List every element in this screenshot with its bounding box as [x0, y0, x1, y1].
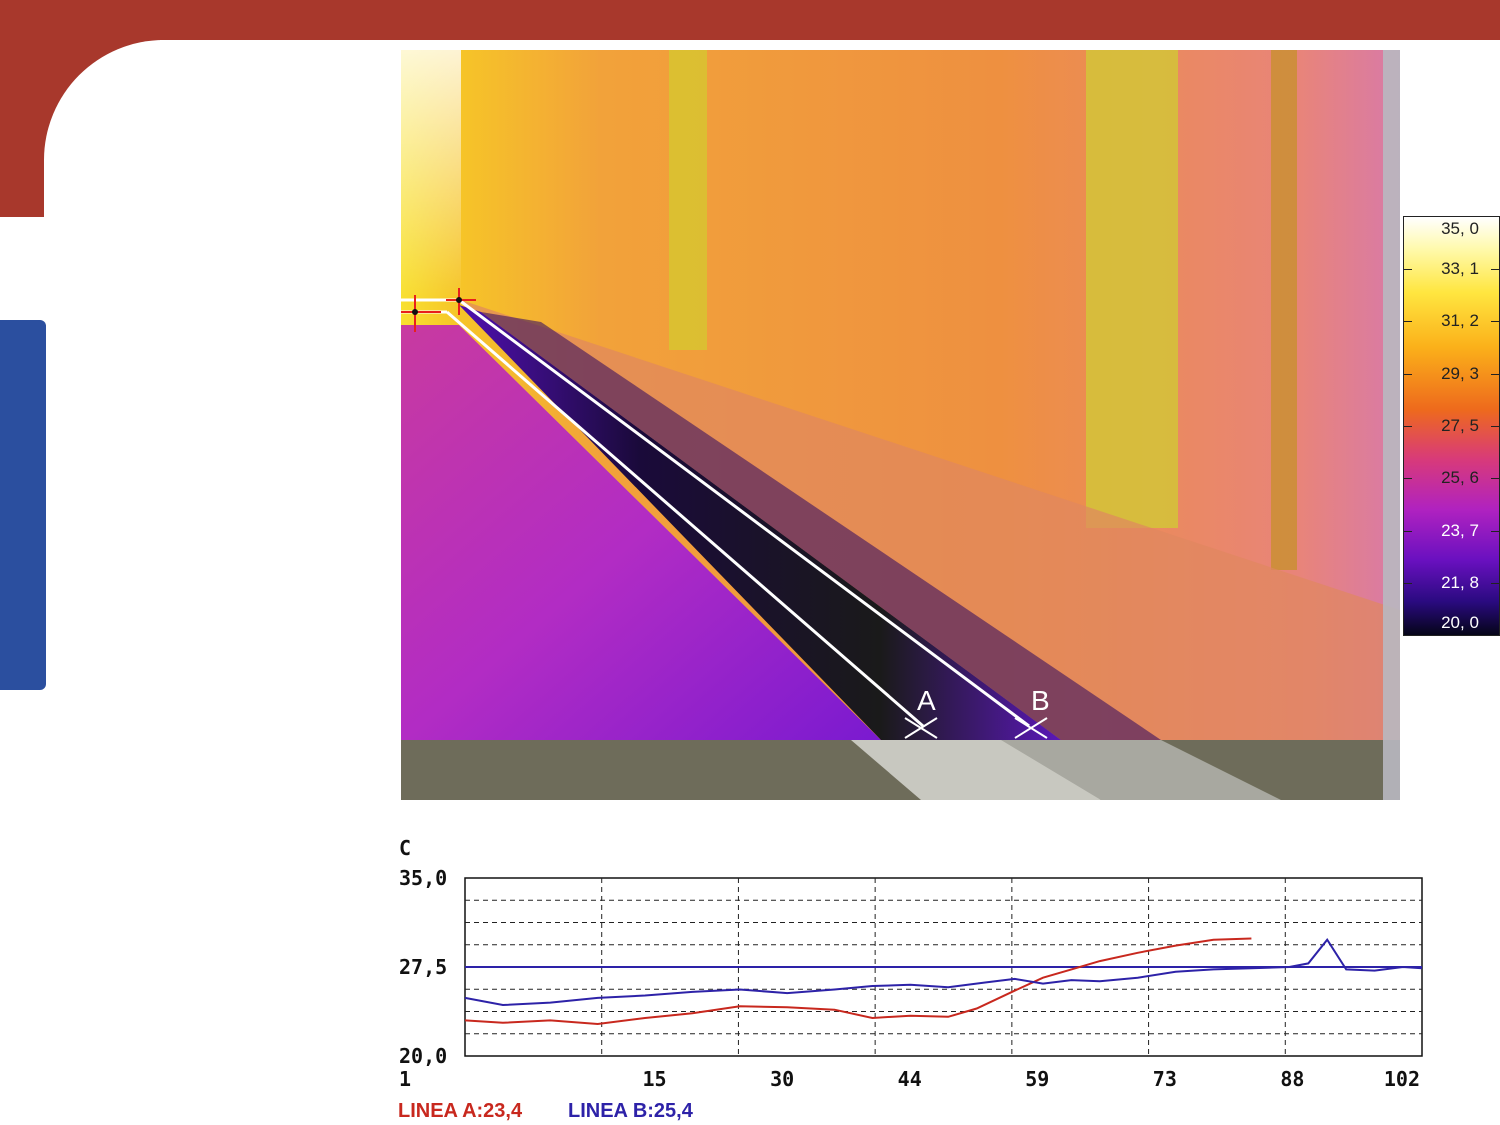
x-tick-label: 44 [898, 1067, 922, 1091]
line-a-label: A [917, 685, 936, 716]
color-scale-tick [1491, 583, 1499, 584]
color-scale-label: 25, 6 [1441, 468, 1479, 487]
x-tick-label: 30 [770, 1067, 794, 1091]
color-scale-tick [1404, 269, 1412, 270]
x-tick-label: 59 [1025, 1067, 1049, 1091]
color-scale-tick [1491, 374, 1499, 375]
header-corner-cutout [44, 40, 284, 280]
line-b-label: B [1031, 685, 1050, 716]
profile-chart-svg: 35,0 27,5 20,01 15 30 44 59 73 88 102 [399, 866, 1423, 1091]
color-scale-tick [1491, 426, 1499, 427]
color-scale-label: 27, 5 [1441, 416, 1479, 435]
color-scale-tick [1491, 269, 1499, 270]
x-tick-label: 88 [1280, 1067, 1304, 1091]
thermal-image: A B [401, 50, 1400, 800]
color-scale-label: 20, 0 [1441, 613, 1479, 632]
legend-line-b: LINEA B:25,4 [568, 1100, 693, 1122]
wall-stripe [669, 50, 707, 350]
legend-line-a: LINEA A:23,4 [398, 1100, 523, 1122]
wall-stripe [1086, 50, 1178, 528]
color-scale-tick [1404, 583, 1412, 584]
color-scale-label: 31, 2 [1441, 311, 1479, 330]
color-scale-tick [1404, 374, 1412, 375]
y-tick-label: 20,0 [399, 1044, 447, 1068]
x-tick-label: 73 [1153, 1067, 1177, 1091]
color-scale-label: 21, 8 [1441, 573, 1479, 592]
bright-corner [401, 50, 461, 300]
color-scale-tick [1404, 531, 1412, 532]
header-band [0, 0, 1500, 40]
y-tick-label: 35,0 [399, 866, 447, 890]
color-scale-tick [1404, 321, 1412, 322]
color-scale-label: 35, 0 [1441, 219, 1479, 238]
color-scale-label: 23, 7 [1441, 521, 1479, 540]
x-tick-label: 15 [643, 1067, 667, 1091]
color-scale-tick [1404, 426, 1412, 427]
color-scale-legend: 35, 0 33, 1 31, 2 29, 3 27, 5 25, 6 23, 7 21, 8… [1403, 216, 1500, 636]
color-scale-tick [1491, 321, 1499, 322]
color-scale-label: 33, 1 [1441, 259, 1479, 278]
edge-strip [1383, 50, 1400, 800]
color-scale-tick [1491, 478, 1499, 479]
color-scale-tick [1404, 478, 1412, 479]
wall-stripe [1271, 50, 1297, 570]
side-accent-bar [0, 320, 46, 690]
color-scale-tick [1491, 531, 1499, 532]
y-tick-label: 27,5 [399, 955, 447, 979]
x-tick-label: 102 [1384, 1067, 1420, 1091]
thermal-image-canvas: A B [401, 50, 1400, 800]
x-tick-label: 1 [399, 1067, 411, 1091]
color-scale-label: 29, 3 [1441, 364, 1479, 383]
temperature-profile-chart: C 35,0 27,5 20,0 1 15 30 44 59 73 88 102 LINEA A:2… [395, 836, 1435, 1125]
